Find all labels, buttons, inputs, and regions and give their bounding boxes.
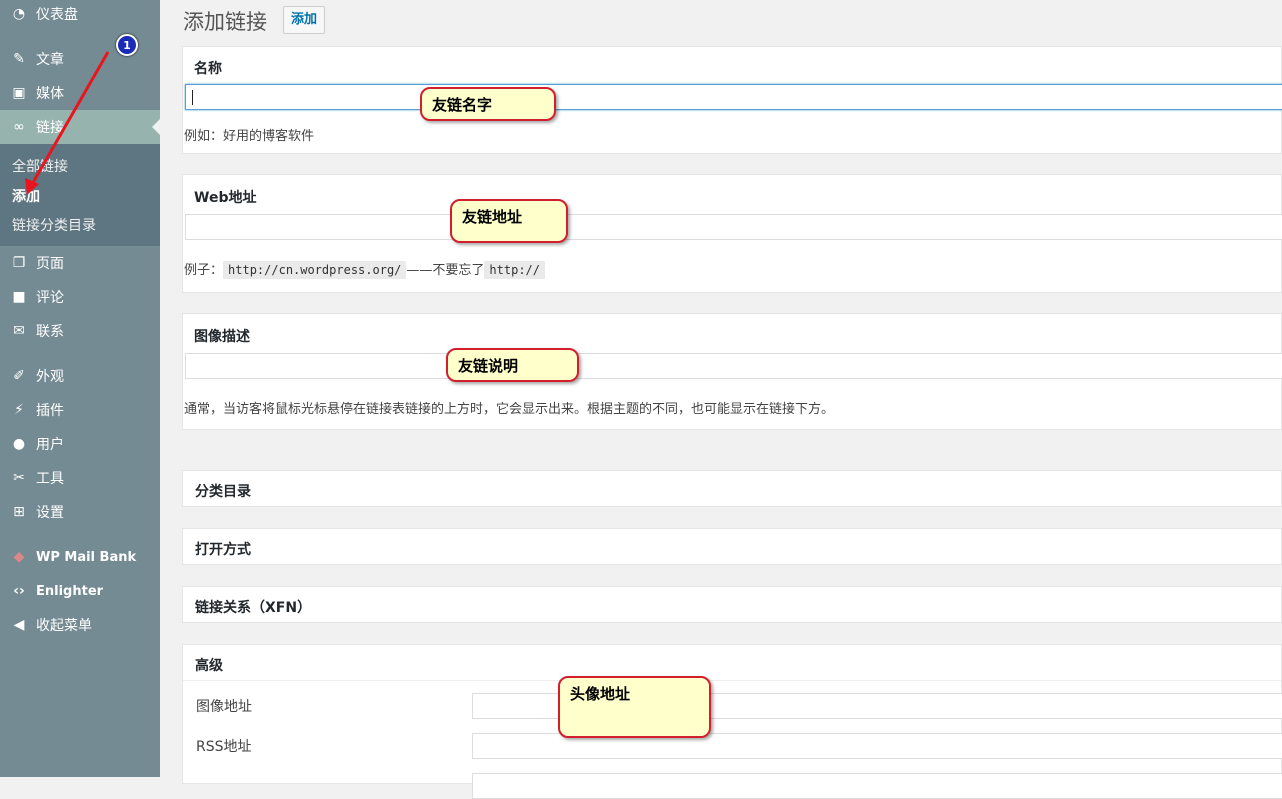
divider [183, 680, 1281, 681]
postbox-title: 打开方式 [195, 542, 251, 558]
menu-label: 评论 [36, 290, 64, 306]
description-title: 图像描述 [194, 329, 250, 345]
url-title: Web地址 [194, 190, 257, 206]
url-input[interactable] [185, 214, 1282, 240]
name-box: 名称 例如：好用的博客软件 [182, 46, 1282, 154]
url-help-middle: ——不要忘了 [406, 263, 485, 278]
postbox-advanced: 高级 图像地址 RSS地址 [182, 644, 1282, 799]
page-title: 添加链接 [183, 10, 267, 34]
advanced-title: 高级 [195, 658, 223, 674]
menu-label: 外观 [36, 369, 64, 385]
menu-label: 文章 [36, 52, 64, 68]
callout-link-name: 友链名字 [420, 87, 556, 121]
collapse-icon: ◀ [13, 617, 25, 633]
submenu-all-links[interactable]: 全部链接 [12, 156, 68, 176]
brush-icon: ✐ [13, 368, 25, 384]
name-help: 例如：好用的博客软件 [184, 129, 315, 144]
pages-icon: ❐ [12, 255, 26, 271]
collapse-menu-button[interactable]: ◀ 收起菜单 [0, 608, 160, 642]
menu-label: WP Mail Bank [36, 549, 137, 565]
menu-item-media[interactable]: ▣ 媒体 [0, 76, 160, 110]
url-help: 例子： http://cn.wordpress.org/——不要忘了 http:// [184, 259, 545, 279]
image-url-label: 图像地址 [196, 699, 252, 715]
menu-item-comments[interactable]: ■ 评论 [0, 280, 160, 314]
submenu-link-categories[interactable]: 链接分类目录 [12, 215, 96, 235]
callout-link-url: 友链地址 [450, 199, 568, 243]
main-content: 添加链接 添加 名称 例如：好用的博客软件 Web地址 例子： http://cn… [182, 0, 1282, 799]
name-title: 名称 [194, 61, 222, 77]
user-icon: ● [12, 436, 26, 452]
admin-sidebar: ◔ 仪表盘 ✎ 文章 ▣ 媒体 ∞ 链接 全部链接 添加 链接分类目录 ❐ 页面… [0, 0, 160, 777]
menu-item-pages[interactable]: ❐ 页面 [0, 246, 160, 280]
menu-item-links[interactable]: ∞ 链接 [0, 110, 160, 144]
menu-item-enlighter[interactable]: ‹› Enlighter [0, 574, 160, 608]
add-new-button[interactable]: 添加 [283, 6, 326, 34]
http-code: http:// [484, 261, 545, 279]
text-caret [192, 90, 193, 105]
postbox-title: 链接关系（XFN） [195, 600, 312, 616]
submenu-add-new[interactable]: 添加 [12, 186, 40, 206]
callout-link-description: 友链说明 [446, 348, 579, 382]
menu-item-tools[interactable]: ✂ 工具 [0, 461, 160, 495]
menu-item-plugins[interactable]: ⚡ 插件 [0, 393, 160, 427]
menu-label: 联系 [36, 324, 64, 340]
code-icon: ‹› [13, 583, 25, 599]
step-badge: 1 [116, 34, 138, 56]
menu-item-appearance[interactable]: ✐ 外观 [0, 359, 160, 393]
menu-item-wp-mail-bank[interactable]: ◆ WP Mail Bank [0, 540, 160, 574]
menu-label: Enlighter [36, 583, 104, 599]
links-submenu: 全部链接 添加 链接分类目录 [0, 144, 160, 246]
media-icon: ▣ [12, 85, 26, 101]
description-input[interactable] [185, 353, 1282, 379]
postbox-title: 分类目录 [195, 484, 251, 500]
link-icon: ∞ [13, 119, 25, 135]
description-help: 通常，当访客将鼠标光标悬停在链接表链接的上方时，它会显示出来。根据主题的不同，也… [184, 402, 835, 417]
postbox-categories[interactable]: 分类目录 [182, 470, 1282, 507]
menu-item-contact[interactable]: ✉ 联系 [0, 314, 160, 348]
comment-icon: ■ [12, 289, 26, 305]
menu-item-users[interactable]: ● 用户 [0, 427, 160, 461]
url-example-code: http://cn.wordpress.org/ [223, 261, 407, 279]
settings-icon: ⊞ [13, 504, 25, 520]
menu-label: 页面 [36, 256, 64, 272]
menu-label: 设置 [36, 505, 64, 521]
url-box: Web地址 例子： http://cn.wordpress.org/——不要忘了 h… [182, 174, 1282, 293]
pin-icon: ✎ [13, 51, 25, 67]
menu-label: 仪表盘 [36, 7, 78, 23]
dashboard-icon: ◔ [12, 6, 26, 22]
postbox-target[interactable]: 打开方式 [182, 528, 1282, 565]
wrench-icon: ✂ [13, 470, 25, 486]
mail-bank-icon: ◆ [13, 549, 25, 565]
plugin-icon: ⚡ [14, 402, 24, 418]
menu-label: 媒体 [36, 86, 64, 102]
menu-item-settings[interactable]: ⊞ 设置 [0, 495, 160, 529]
rss-url-label: RSS地址 [196, 739, 252, 755]
menu-label: 插件 [36, 403, 64, 419]
menu-label: 用户 [36, 437, 64, 453]
menu-label: 收起菜单 [36, 618, 92, 634]
url-help-prefix: 例子： [184, 263, 224, 278]
callout-avatar-url: 头像地址 [558, 676, 711, 738]
menu-label: 链接 [36, 120, 64, 136]
menu-label: 工具 [36, 471, 64, 487]
mail-icon: ✉ [13, 323, 25, 339]
description-box: 图像描述 通常，当访客将鼠标光标悬停在链接表链接的上方时，它会显示出来。根据主题… [182, 313, 1282, 430]
name-input[interactable] [185, 84, 1282, 110]
postbox-xfn[interactable]: 链接关系（XFN） [182, 586, 1282, 623]
menu-item-dashboard[interactable]: ◔ 仪表盘 [0, 0, 160, 31]
